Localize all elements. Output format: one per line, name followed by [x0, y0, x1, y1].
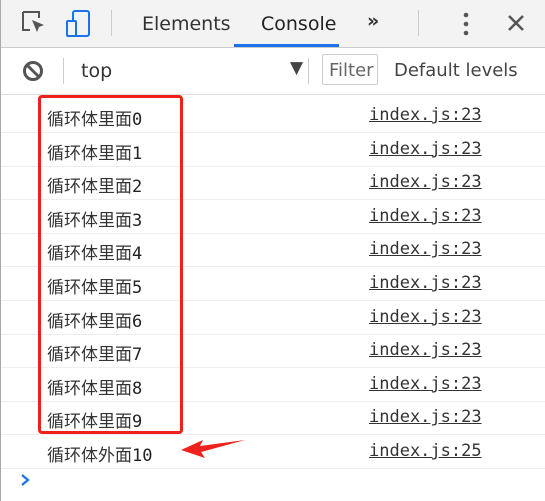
source-link[interactable]: index.js:25 [369, 441, 482, 461]
source-link[interactable]: index.js:23 [369, 105, 482, 125]
filter-input[interactable]: Filter [322, 54, 378, 85]
source-link[interactable]: index.js:23 [369, 139, 482, 159]
source-link[interactable]: index.js:23 [369, 273, 482, 293]
prompt-chevron-icon[interactable] [19, 473, 31, 487]
device-toggle-icon[interactable] [65, 10, 91, 38]
dropdown-arrow-icon[interactable]: ▼ [290, 58, 303, 78]
active-tab-indicator [234, 44, 339, 47]
source-link[interactable]: index.js:23 [369, 407, 482, 427]
console-toolbar: top ▼ Filter Default levels [1, 48, 545, 95]
source-link[interactable]: index.js:23 [369, 307, 482, 327]
source-link[interactable]: index.js:23 [369, 340, 482, 360]
tab-console[interactable]: Console [261, 13, 336, 35]
devtools-toolbar: Elements Console » [1, 0, 545, 48]
clear-console-icon[interactable] [22, 60, 44, 82]
annotation-arrow [181, 440, 245, 458]
log-message: 循环体外面10 [47, 446, 153, 466]
more-tabs-button[interactable]: » [367, 10, 379, 32]
tab-elements[interactable]: Elements [142, 13, 231, 35]
console-log-row: 循环体外面10 index.js:25 [1, 435, 545, 469]
highlight-box [38, 95, 183, 434]
source-link[interactable]: index.js:23 [369, 172, 482, 192]
inspect-icon[interactable] [21, 10, 47, 36]
source-link[interactable]: index.js:23 [369, 206, 482, 226]
more-vert-icon[interactable] [461, 12, 471, 36]
source-link[interactable]: index.js:23 [369, 239, 482, 259]
context-select[interactable]: top [81, 60, 112, 82]
source-link[interactable]: index.js:23 [369, 374, 482, 394]
close-icon[interactable] [507, 14, 525, 32]
log-levels-select[interactable]: Default levels [394, 60, 518, 81]
